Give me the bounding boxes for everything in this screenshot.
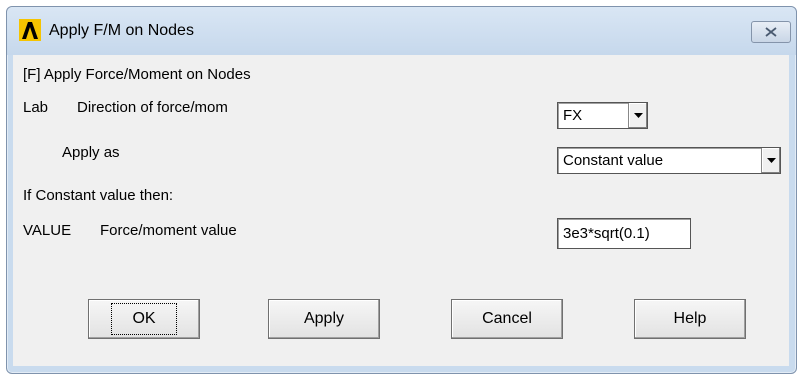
- help-button[interactable]: Help: [634, 299, 746, 339]
- form-heading: [F] Apply Force/Moment on Nodes: [23, 66, 251, 83]
- ok-button-label: OK: [111, 303, 177, 335]
- title-bar[interactable]: Apply F/M on Nodes: [7, 7, 796, 55]
- force-value-text: 3e3*sqrt(0.1): [563, 225, 650, 242]
- apply-button[interactable]: Apply: [268, 299, 380, 339]
- apply-as-label: Apply as: [62, 144, 120, 161]
- direction-dropdown-value: FX: [563, 107, 583, 124]
- apply-as-dropdown-button[interactable]: [761, 148, 780, 173]
- cancel-button[interactable]: Cancel: [451, 299, 563, 339]
- dialog-window: Apply F/M on Nodes [F] Apply Force/Momen…: [6, 6, 797, 374]
- if-constant-label: If Constant value then:: [23, 187, 174, 204]
- value-key-label: VALUE: [23, 222, 72, 239]
- help-button-label: Help: [673, 310, 707, 327]
- lab-description-label: Direction of force/mom: [77, 99, 228, 116]
- value-description-label: Force/moment value: [100, 222, 237, 239]
- dialog-content: [F] Apply Force/Moment on Nodes Lab Dire…: [13, 55, 789, 366]
- chevron-down-icon: [633, 112, 643, 118]
- direction-dropdown-button[interactable]: [628, 103, 647, 128]
- cancel-button-label: Cancel: [482, 310, 532, 327]
- window-title: Apply F/M on Nodes: [49, 22, 194, 39]
- close-button[interactable]: [751, 21, 791, 43]
- ok-button[interactable]: OK: [88, 299, 200, 339]
- apply-button-label: Apply: [303, 310, 345, 327]
- lab-key-label: Lab: [23, 99, 49, 116]
- force-value-input[interactable]: 3e3*sqrt(0.1): [557, 218, 691, 249]
- apply-as-dropdown-value: Constant value: [563, 152, 664, 169]
- apply-as-dropdown[interactable]: Constant value: [557, 147, 781, 174]
- chevron-down-icon: [766, 157, 776, 163]
- direction-dropdown[interactable]: FX: [557, 102, 648, 129]
- ansys-logo-icon: [19, 19, 41, 41]
- close-icon: [765, 27, 777, 37]
